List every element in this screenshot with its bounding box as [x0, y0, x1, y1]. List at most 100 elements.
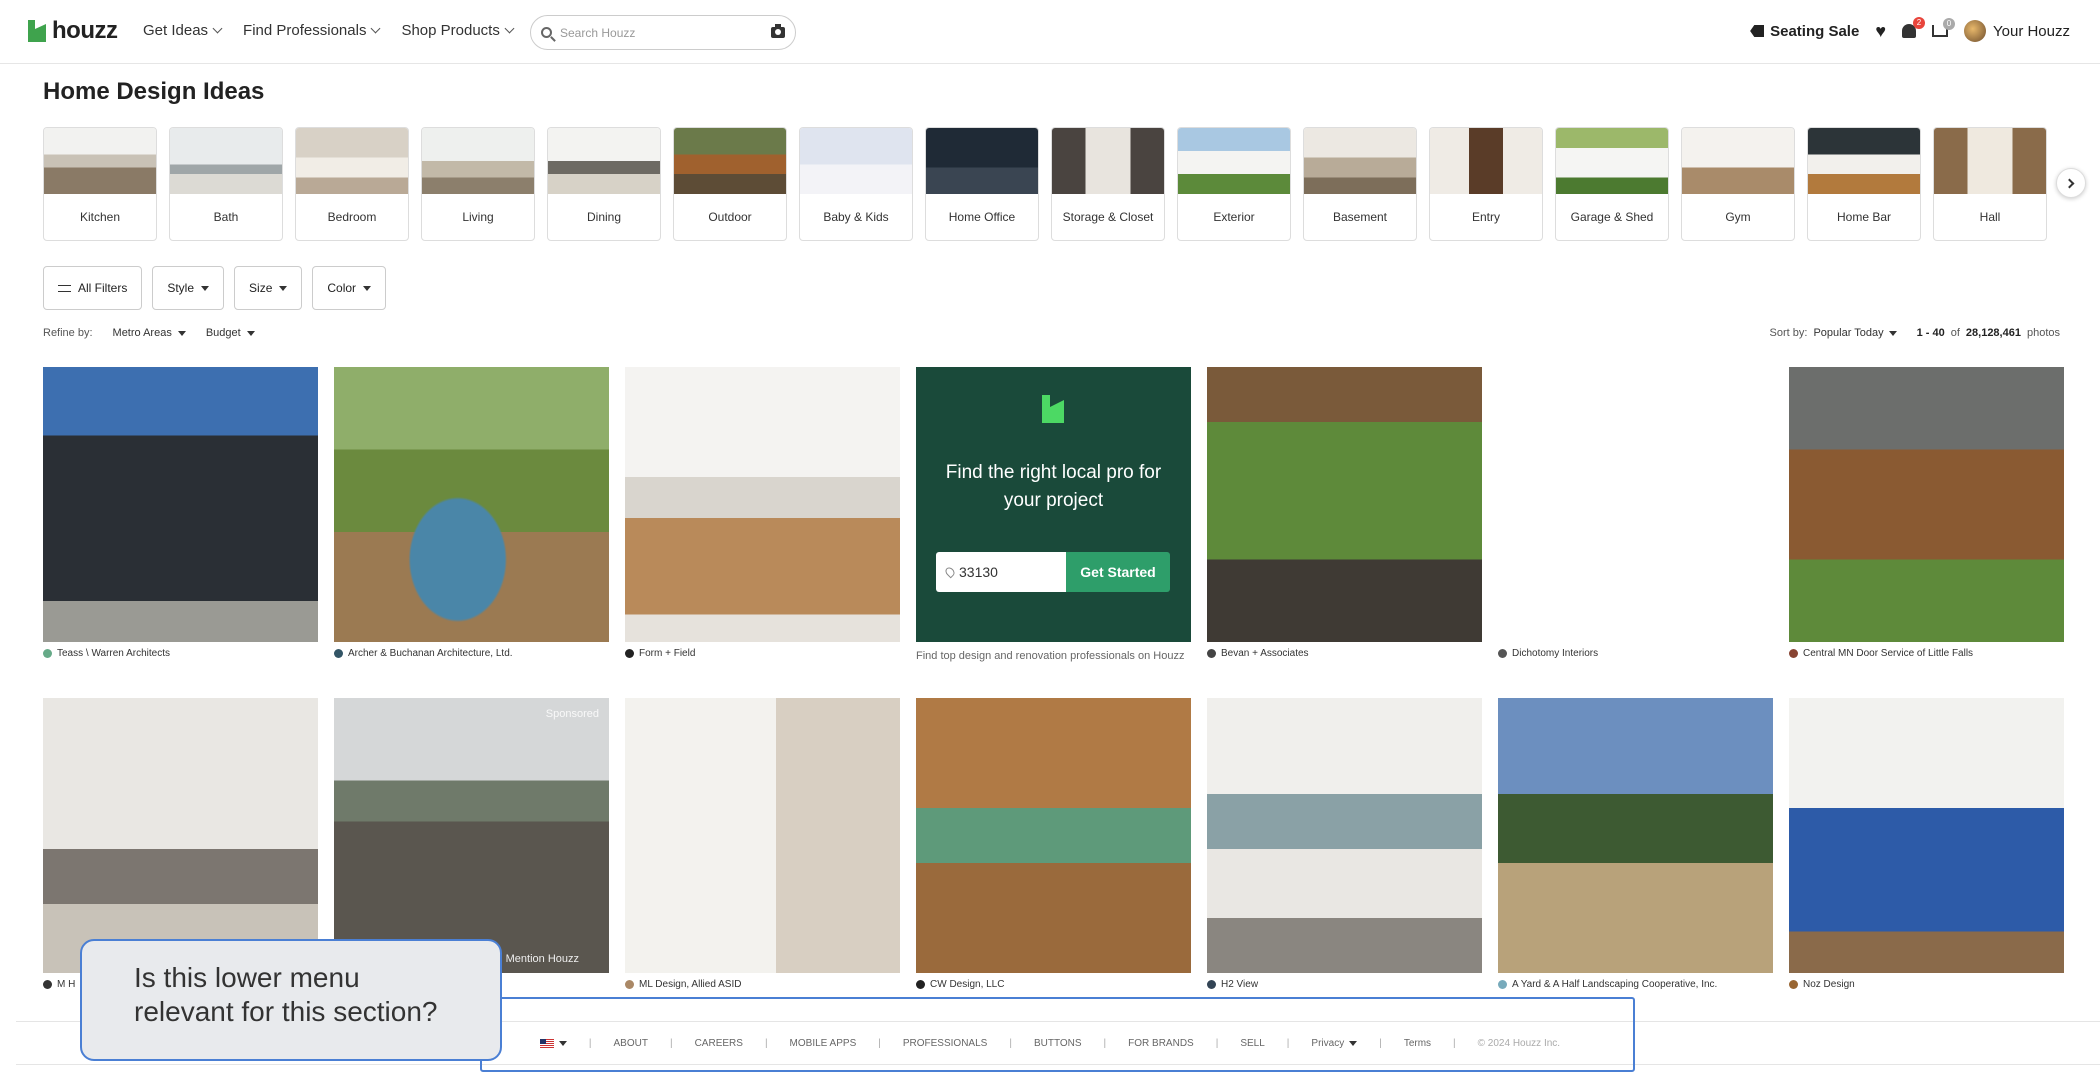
caret-down-icon [1349, 1041, 1358, 1046]
photo-credit[interactable]: Central MN Door Service of Little Falls [1789, 648, 1973, 659]
photo-credit[interactable]: M H [43, 979, 75, 990]
account-menu[interactable]: Your Houzz [1964, 20, 2070, 42]
footer-link-about[interactable]: ABOUT [614, 1038, 648, 1049]
pro-avatar [916, 980, 925, 989]
cart-icon[interactable]: 0 [1932, 18, 1955, 37]
result-of: of [1950, 327, 1960, 339]
category-thumbnail [44, 128, 156, 194]
photo-card[interactable] [916, 698, 1191, 973]
category-kitchen[interactable]: Kitchen [43, 127, 157, 241]
photo-card[interactable] [625, 698, 900, 973]
caret-down-icon [201, 285, 210, 291]
footer-link-professionals[interactable]: PROFESSIONALS [903, 1038, 987, 1049]
photo-credit[interactable]: Teass \ Warren Architects [43, 648, 170, 659]
category-home-office[interactable]: Home Office [925, 127, 1039, 241]
category-thumbnail [1682, 128, 1794, 194]
bell-icon[interactable]: 2 [1902, 17, 1925, 38]
size-filter[interactable]: Size [234, 266, 303, 310]
category-label: Home Office [948, 210, 1016, 224]
category-home-bar[interactable]: Home Bar [1807, 127, 1921, 241]
category-baby-kids[interactable]: Baby & Kids [799, 127, 913, 241]
footer-link-for-brands[interactable]: FOR BRANDS [1128, 1038, 1194, 1049]
photo-card[interactable] [1498, 698, 1773, 973]
credit-label: Central MN Door Service of Little Falls [1803, 648, 1974, 659]
privacy-dropdown[interactable]: Privacy [1311, 1038, 1358, 1049]
category-dining[interactable]: Dining [547, 127, 661, 241]
sort-dropdown[interactable]: Popular Today [1813, 327, 1897, 339]
category-thumbnail [1808, 128, 1920, 194]
find-pro-promo: Find the right local pro for your projec… [916, 367, 1191, 642]
footer-link-careers[interactable]: CAREERS [695, 1038, 743, 1049]
get-started-button[interactable]: Get Started [1066, 552, 1170, 592]
photo-credit[interactable]: ML Design, Allied ASID [625, 979, 741, 990]
photo-credit[interactable]: CW Design, LLC [916, 979, 1004, 990]
locale-selector[interactable] [539, 1038, 567, 1049]
category-exterior[interactable]: Exterior [1177, 127, 1291, 241]
footer-link-terms[interactable]: Terms [1404, 1038, 1431, 1049]
photo-card[interactable] [1789, 367, 2064, 642]
category-entry[interactable]: Entry [1429, 127, 1543, 241]
color-filter[interactable]: Color [312, 266, 387, 310]
houzz-logo-icon [28, 20, 46, 42]
category-bath[interactable]: Bath [169, 127, 283, 241]
photo-credit[interactable]: Form + Field [625, 648, 695, 659]
photo-card[interactable] [334, 367, 609, 642]
pro-avatar [1498, 649, 1507, 658]
photo-card[interactable] [1207, 698, 1482, 973]
category-thumbnail [1556, 128, 1668, 194]
category-label: Bath [213, 210, 239, 224]
footer-link-mobile-apps[interactable]: MOBILE APPS [790, 1038, 857, 1049]
photo-credit[interactable]: H2 View [1207, 979, 1258, 990]
nav-shop-products[interactable]: Shop Products [401, 22, 515, 39]
caret-down-icon [1888, 330, 1897, 336]
metro-areas-dropdown[interactable]: Metro Areas [113, 327, 186, 339]
category-outdoor[interactable]: Outdoor [673, 127, 787, 241]
style-filter[interactable]: Style [152, 266, 225, 310]
photo-credit[interactable]: A Yard & A Half Landscaping Cooperative,… [1498, 979, 1717, 990]
camera-icon[interactable] [771, 24, 785, 38]
category-bedroom[interactable]: Bedroom [295, 127, 409, 241]
photo-credit[interactable]: Archer & Buchanan Architecture, Ltd. [334, 648, 513, 659]
heart-icon[interactable]: ♥ [1875, 22, 1886, 40]
caret-down-icon [363, 285, 372, 291]
category-basement[interactable]: Basement [1303, 127, 1417, 241]
caret-down-icon [558, 1041, 567, 1046]
houzz-logo[interactable]: houzz [28, 17, 118, 45]
photo-credit[interactable]: Dichotomy Interiors [1498, 648, 1598, 659]
avatar [1964, 20, 1986, 42]
category-gym[interactable]: Gym [1681, 127, 1795, 241]
caret-down-icon [177, 330, 186, 336]
seating-sale-link[interactable]: Seating Sale [1750, 23, 1859, 40]
zip-input[interactable]: 33130 [936, 552, 1066, 592]
category-hall[interactable]: Hall [1933, 127, 2047, 241]
nav-find-professionals[interactable]: Find Professionals [243, 22, 381, 39]
photo-card[interactable] [1498, 367, 1773, 642]
footer-link-buttons[interactable]: BUTTONS [1034, 1038, 1082, 1049]
category-garage-shed[interactable]: Garage & Shed [1555, 127, 1669, 241]
carousel-next-button[interactable] [2056, 168, 2086, 198]
nav-get-ideas[interactable]: Get Ideas [143, 22, 223, 39]
mention-houzz-label: Mention Houzz [505, 953, 579, 965]
photo-credit[interactable]: Bevan + Associates [1207, 648, 1309, 659]
category-label: Bedroom [327, 210, 377, 224]
photo-card[interactable] [1207, 367, 1482, 642]
credit-label: CW Design, LLC [930, 979, 1005, 990]
photo-card[interactable]: Sponsored Mention Houzz [334, 698, 609, 973]
photo-card[interactable] [43, 367, 318, 642]
photo-card[interactable] [43, 698, 318, 973]
all-filters-button[interactable]: All Filters [43, 266, 143, 310]
zip-value: 33130 [959, 564, 998, 580]
filter-bar: All Filters Style Size Color [43, 266, 387, 310]
footer-link-sell[interactable]: SELL [1240, 1038, 1264, 1049]
search-input[interactable] [560, 25, 771, 40]
photo-credit[interactable]: Noz Design [1789, 979, 1855, 990]
category-living[interactable]: Living [421, 127, 535, 241]
filter-label: All Filters [78, 281, 128, 295]
caret-down-icon [246, 330, 255, 336]
refine-bar: Refine by: Metro Areas Budget [43, 327, 255, 339]
page-title: Home Design Ideas [43, 78, 265, 105]
budget-dropdown[interactable]: Budget [206, 327, 255, 339]
photo-card[interactable] [1789, 698, 2064, 973]
category-storage-closet[interactable]: Storage & Closet [1051, 127, 1165, 241]
photo-card[interactable] [625, 367, 900, 642]
